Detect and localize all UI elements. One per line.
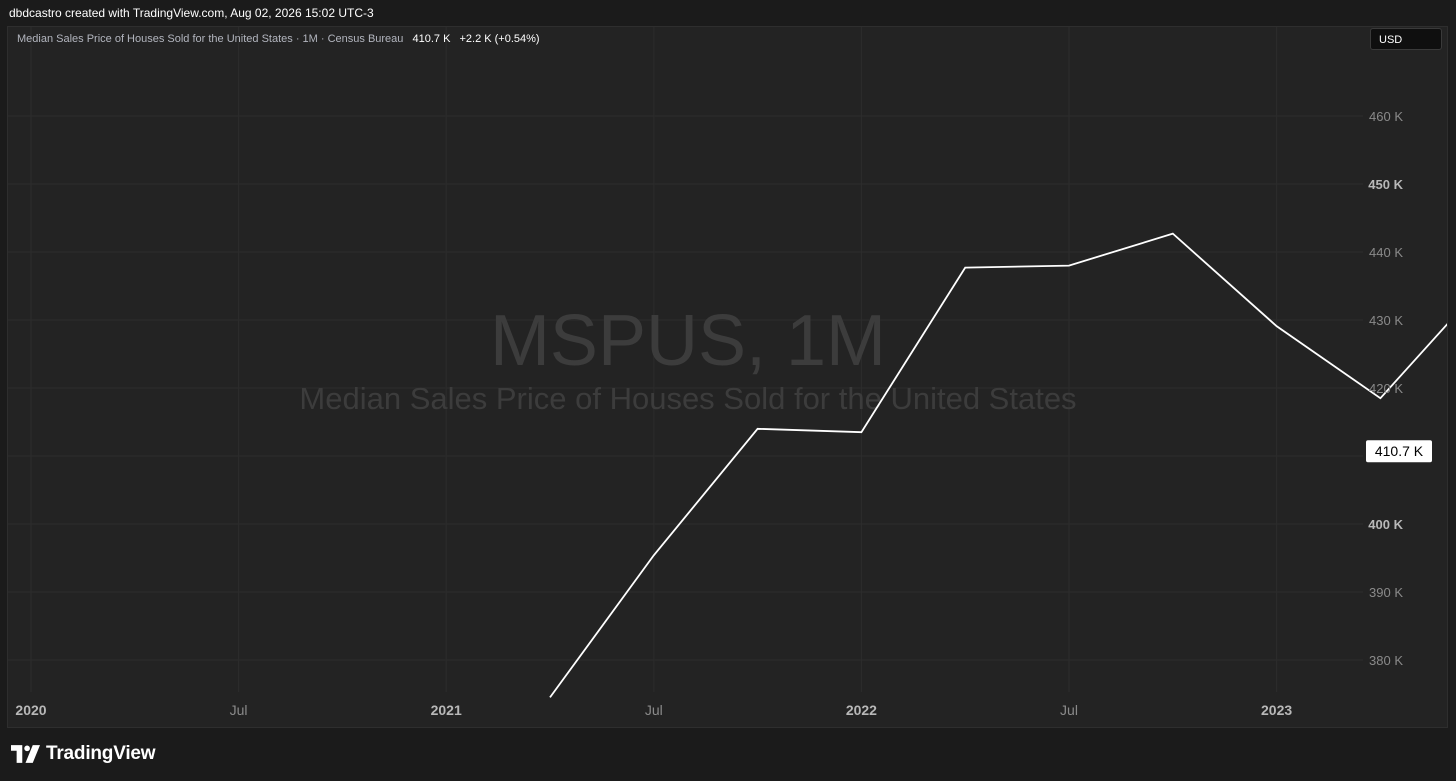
y-tick-label: 440 K	[1369, 245, 1403, 260]
x-tick-label: Jul	[1060, 702, 1078, 718]
data-point	[1067, 264, 1071, 268]
currency-label: USD	[1379, 34, 1403, 46]
currency-button[interactable]: USD	[1370, 28, 1442, 50]
data-point	[1275, 324, 1279, 328]
x-tick-label: Jul	[230, 702, 248, 718]
y-tick-label: 450 K	[1368, 177, 1403, 192]
attribution-bar: dbdcastro created with TradingView.com, …	[0, 0, 1456, 26]
watermark: MSPUS, 1M Median Sales Price of Houses S…	[299, 301, 1076, 416]
legend-last-value: 410.7 K	[412, 33, 451, 45]
time-axis: 2020Jul2021Jul2022Jul2023Jul2024Jul2025J…	[15, 702, 1292, 718]
data-point	[1378, 396, 1382, 400]
last-price-label: 410.7 K	[1375, 443, 1424, 459]
y-tick-label: 400 K	[1368, 517, 1403, 532]
legend-series-title: Median Sales Price of Houses Sold for th…	[17, 33, 404, 45]
attribution-text: dbdcastro created with TradingView.com, …	[9, 6, 374, 20]
data-point	[1171, 232, 1175, 236]
x-tick-label: 2021	[431, 702, 462, 718]
price-axis: 380 K390 K400 K410 K420 K430 K440 K450 K…	[1368, 109, 1403, 668]
brand-name: TradingView	[46, 743, 156, 764]
data-point	[756, 427, 760, 431]
watermark-symbol: MSPUS, 1M	[490, 301, 886, 381]
x-tick-label: 2023	[1261, 702, 1292, 718]
y-tick-label: 420 K	[1369, 381, 1403, 396]
y-tick-label: 430 K	[1369, 313, 1403, 328]
last-price-marker: 410.7 K	[1366, 440, 1432, 463]
footer: TradingView	[0, 728, 1456, 781]
data-point	[548, 695, 552, 699]
y-tick-label: 380 K	[1369, 653, 1403, 668]
price-chart[interactable]: MSPUS, 1M Median Sales Price of Houses S…	[8, 27, 1448, 728]
y-tick-label: 460 K	[1369, 109, 1403, 124]
watermark-name: Median Sales Price of Houses Sold for th…	[299, 381, 1076, 416]
x-tick-label: 2022	[846, 702, 877, 718]
legend-change: +2.2 K (+0.54%)	[459, 33, 540, 45]
series-legend[interactable]: Median Sales Price of Houses Sold for th…	[17, 33, 540, 45]
tradingview-logo-icon	[11, 745, 40, 763]
data-point	[963, 266, 967, 270]
tradingview-logo[interactable]: TradingView	[11, 742, 156, 766]
data-point	[652, 553, 656, 557]
data-point	[859, 430, 863, 434]
x-tick-label: 2020	[15, 702, 46, 718]
x-tick-label: Jul	[645, 702, 663, 718]
chart-pane[interactable]: MSPUS, 1M Median Sales Price of Houses S…	[7, 26, 1448, 728]
y-tick-label: 390 K	[1369, 585, 1403, 600]
